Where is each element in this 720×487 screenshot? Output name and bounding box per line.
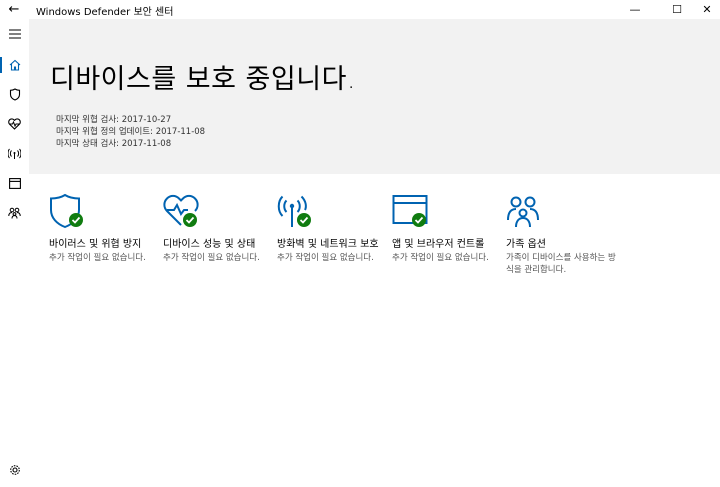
sidebar-item-firewall[interactable] (0, 143, 29, 165)
sidebar-menu-button[interactable] (0, 23, 29, 45)
gear-icon (9, 465, 20, 475)
tile-description: 추가 작업이 필요 없습니다. (163, 253, 260, 263)
hamburger-menu-icon (8, 29, 21, 39)
tile-title: 디바이스 성능 및 상태 (163, 239, 256, 250)
tile-title: 앱 및 브라우저 컨트롤 (392, 239, 485, 250)
last-health-scan: 마지막 상태 검사: 2017-11-08 (56, 139, 172, 149)
tile-title: 가족 옵션 (506, 239, 546, 250)
browser-window-icon (8, 177, 21, 189)
maximize-icon: ☐ (672, 3, 682, 16)
title-bar: ← Windows Defender 보안 센터 — ☐ ✕ (0, 0, 720, 19)
tile-app-browser-control[interactable]: 앱 및 브라우저 컨트롤 추가 작업이 필요 없습니다. (392, 193, 504, 264)
last-definition-update: 마지막 위협 정의 업데이트: 2017-11-08 (56, 127, 206, 137)
sidebar-item-family[interactable] (0, 202, 29, 224)
tile-virus-threat-protection[interactable]: 바이러스 및 위협 방지 추가 작업이 필요 없습니다. (49, 193, 161, 264)
tile-firewall-network[interactable]: 방화벽 및 네트워크 보호 추가 작업이 필요 없습니다. (277, 193, 389, 264)
back-button[interactable]: ← (4, 1, 24, 18)
maximize-button[interactable]: ☐ (662, 0, 692, 19)
tile-title: 방화벽 및 네트워크 보호 (277, 239, 379, 250)
window-title: Windows Defender 보안 센터 (36, 7, 174, 18)
minimize-icon: — (629, 3, 641, 16)
sidebar-item-app-browser[interactable] (0, 172, 29, 194)
heart-check-icon (163, 193, 203, 231)
family-icon (8, 207, 21, 219)
last-threat-scan: 마지막 위협 검사: 2017-10-27 (56, 115, 172, 125)
sidebar (0, 19, 29, 487)
home-icon (9, 59, 20, 71)
close-icon: ✕ (702, 3, 712, 16)
page-title: 디바이스를 보호 중입니다. (50, 64, 356, 95)
tile-description: 추가 작업이 필요 없습니다. (392, 253, 489, 263)
wifi-antenna-icon (8, 148, 21, 159)
tile-description: 가족이 디바이스를 사용하는 방식을 관리합니다. (506, 253, 616, 275)
back-arrow-icon: ← (8, 2, 20, 17)
shield-icon (9, 87, 20, 101)
browser-check-icon (392, 193, 432, 231)
antenna-check-icon (277, 193, 317, 231)
close-button[interactable]: ✕ (692, 0, 720, 19)
family-icon (506, 193, 546, 231)
tile-description: 추가 작업이 필요 없습니다. (49, 253, 146, 263)
tile-description: 추가 작업이 필요 없습니다. (277, 253, 374, 263)
tile-device-performance-health[interactable]: 디바이스 성능 및 상태 추가 작업이 필요 없습니다. (163, 193, 275, 264)
status-header: 디바이스를 보호 중입니다. 마지막 위협 검사: 2017-10-27 마지막… (29, 19, 720, 174)
minimize-button[interactable]: — (620, 0, 650, 19)
sidebar-item-home[interactable] (0, 54, 29, 76)
tile-family-options[interactable]: 가족 옵션 가족이 디바이스를 사용하는 방식을 관리합니다. (506, 193, 618, 276)
sidebar-item-virus-protection[interactable] (0, 83, 29, 105)
tile-title: 바이러스 및 위협 방지 (49, 239, 142, 250)
shield-check-icon (49, 193, 89, 231)
settings-button[interactable] (0, 459, 29, 481)
sidebar-item-device-health[interactable] (0, 113, 29, 135)
heart-icon (8, 118, 21, 130)
